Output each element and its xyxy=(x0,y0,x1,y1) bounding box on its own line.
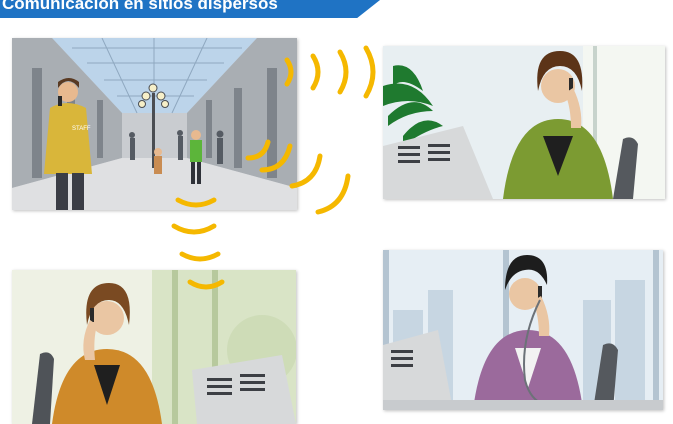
mall-scene-illustration: STAFF xyxy=(12,38,297,210)
mall-scene-svg: STAFF xyxy=(12,38,297,210)
agent-1-svg xyxy=(383,46,665,199)
agent-2-svg xyxy=(12,270,296,424)
signal-wave-down-2 xyxy=(171,223,217,235)
agent-3-illustration xyxy=(383,250,663,410)
signal-wave-right-3 xyxy=(337,49,349,95)
agent-2-illustration xyxy=(12,270,296,424)
signal-wave-right-2 xyxy=(310,53,321,91)
agent-1-illustration xyxy=(383,46,665,199)
agent-3-svg xyxy=(383,250,663,410)
staff-shirt-label: STAFF xyxy=(72,126,91,132)
signal-wave-right-4 xyxy=(363,45,376,99)
header-title: Comunicación en sitios dispersos xyxy=(2,0,278,13)
signal-wave-down-3 xyxy=(179,251,221,262)
signal-wave-mall-4 xyxy=(315,173,351,215)
header-banner: Comunicación en sitios dispersos xyxy=(0,0,380,18)
